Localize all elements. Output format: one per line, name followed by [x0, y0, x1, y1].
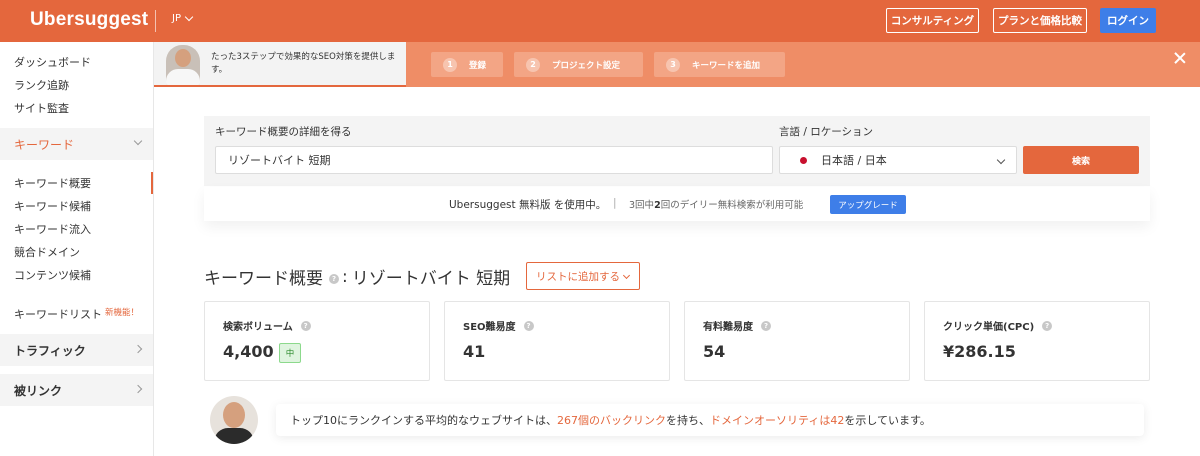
sidebar-section-keyword-label: キーワード [14, 137, 75, 152]
step-label: キーワードを追加 [692, 60, 761, 71]
step-number: 3 [666, 57, 680, 72]
search-panel: キーワード概要の詳細を得る 言語 / ロケーション リゾートバイト 短期 日本語… [204, 116, 1150, 186]
usage-text: 3回中2回のデイリー無料検索が利用可能 [629, 200, 804, 211]
close-icon[interactable] [1174, 52, 1186, 64]
metric-label: SEO難易度 [463, 322, 516, 333]
divider: | [613, 197, 617, 209]
onboarding-banner: たった3ステップで効果的なSEO対策を提供します。 1 登録 2 プロジェクト設… [154, 42, 1200, 87]
sidebar-section-backlinks[interactable]: 被リンク [0, 374, 153, 406]
metric-value: 41 [463, 342, 486, 361]
chevron-right-icon [133, 384, 143, 394]
sidebar: ダッシュボード ランク追跡 サイト監査 キーワード キーワード概要 キーワード候… [0, 42, 154, 456]
header-divider [155, 10, 156, 32]
help-icon[interactable]: ? [300, 320, 311, 331]
metric-card-search-volume: 検索ボリューム? 4,400 中 [204, 301, 430, 381]
sidebar-section-traffic[interactable]: トラフィック [0, 334, 153, 366]
metric-value: 4,400 [223, 342, 274, 361]
sidebar-item-rank-tracking[interactable]: ランク追跡 [14, 77, 69, 93]
title-prefix: キーワード概要 [204, 269, 323, 289]
keyword-input-value: リゾートバイト 短期 [228, 154, 331, 167]
avatar [210, 396, 258, 444]
location-label: 言語 / ロケーション [779, 126, 874, 138]
logo[interactable]: Ubersuggest [30, 9, 148, 31]
top-header: Ubersuggest JP コンサルティング プランと価格比較 ログイン [0, 0, 1200, 42]
metric-label: 検索ボリューム [223, 322, 293, 333]
sidebar-section-backlinks-label: 被リンク [14, 383, 63, 398]
page-title: キーワード概要 ? : リゾートバイト 短期 [204, 264, 511, 290]
new-badge: 新機能！ [105, 308, 140, 318]
help-icon[interactable]: ? [523, 320, 534, 331]
help-icon[interactable]: ? [761, 320, 771, 331]
japan-flag-icon [800, 156, 807, 164]
step-number: 2 [526, 57, 540, 72]
backlinks-highlight: 267個のバックリンク [557, 414, 666, 427]
title-keyword: リゾートバイト 短期 [351, 269, 511, 289]
pricing-button[interactable]: プランと価格比較 [993, 8, 1087, 33]
keyword-label: キーワード概要の詳細を得る [215, 126, 352, 138]
locale-label: JP [172, 13, 181, 24]
avatar [166, 45, 200, 85]
consulting-button[interactable]: コンサルティング [886, 8, 979, 33]
metric-label: 有料難易度 [703, 322, 753, 333]
metric-value: ¥286.15 [943, 342, 1016, 361]
chevron-down-icon [184, 12, 194, 22]
onboarding-step-register[interactable]: 1 登録 [431, 52, 503, 77]
help-icon[interactable]: ? [1042, 320, 1053, 331]
help-icon[interactable]: ? [329, 273, 339, 284]
metric-card-cpc: クリック単価(CPC)? ¥286.15 [924, 301, 1150, 381]
sidebar-item-site-audit[interactable]: サイト監査 [14, 100, 69, 116]
sidebar-item-keyword-overview[interactable]: キーワード概要 [14, 175, 91, 191]
chevron-right-icon [133, 344, 143, 354]
chevron-down-icon [622, 271, 631, 280]
location-select-value: 日本語 / 日本 [821, 154, 887, 167]
login-button[interactable]: ログイン [1100, 8, 1156, 33]
keyword-list-label: キーワードリスト [14, 308, 102, 321]
active-indicator [151, 172, 153, 194]
metric-label: クリック単価(CPC) [943, 322, 1035, 333]
insight-message: トップ10にランクインする平均的なウェブサイトは、 267個のバックリンク を持ち、… [276, 404, 1144, 436]
sidebar-item-keyword-list[interactable]: キーワードリスト 新機能！ [14, 306, 139, 322]
step-label: プロジェクト設定 [552, 60, 621, 71]
upgrade-button[interactable]: アップグレード [830, 195, 906, 214]
metric-card-seo-difficulty: SEO難易度? 41 [444, 301, 670, 381]
onboarding-card: たった3ステップで効果的なSEO対策を提供します。 [154, 42, 406, 87]
sidebar-section-traffic-label: トラフィック [14, 343, 86, 358]
domain-authority-highlight: ドメインオーソリティは42 [710, 414, 845, 427]
sidebar-item-keyword-traffic[interactable]: キーワード流入 [14, 221, 91, 237]
search-button[interactable]: 検索 [1023, 146, 1139, 174]
sidebar-item-competing-domains[interactable]: 競合ドメイン [14, 244, 80, 260]
title-colon: : [342, 266, 348, 287]
onboarding-step-add-keywords[interactable]: 3 キーワードを追加 [654, 52, 785, 77]
sidebar-item-dashboard[interactable]: ダッシュボード [14, 54, 91, 70]
chevron-down-icon [133, 136, 143, 146]
step-number: 1 [443, 57, 457, 72]
keyword-input[interactable]: リゾートバイト 短期 [215, 146, 773, 174]
onboarding-text: たった3ステップで効果的なSEO対策を提供します。 [211, 52, 396, 75]
add-to-list-label: リストに追加する [536, 270, 620, 283]
step-label: 登録 [469, 60, 487, 71]
onboarding-step-project-setup[interactable]: 2 プロジェクト設定 [514, 52, 643, 77]
metric-value: 54 [703, 342, 726, 361]
free-usage-bar: Ubersuggest 無料版 を使用中。 | 3回中2回のデイリー無料検索が利… [204, 187, 1150, 221]
location-select[interactable]: 日本語 / 日本 [779, 146, 1017, 174]
sidebar-section-keyword[interactable]: キーワード [0, 128, 153, 160]
difficulty-badge: 中 [279, 343, 301, 363]
sidebar-item-content-ideas[interactable]: コンテンツ候補 [14, 267, 91, 283]
chevron-down-icon [996, 155, 1006, 165]
metric-card-paid-difficulty: 有料難易度? 54 [684, 301, 910, 381]
add-to-list-button[interactable]: リストに追加する [526, 262, 640, 290]
sidebar-item-keyword-ideas[interactable]: キーワード候補 [14, 198, 91, 214]
locale-selector[interactable]: JP [172, 12, 194, 24]
free-version-text: Ubersuggest 無料版 を使用中。 [449, 199, 607, 211]
